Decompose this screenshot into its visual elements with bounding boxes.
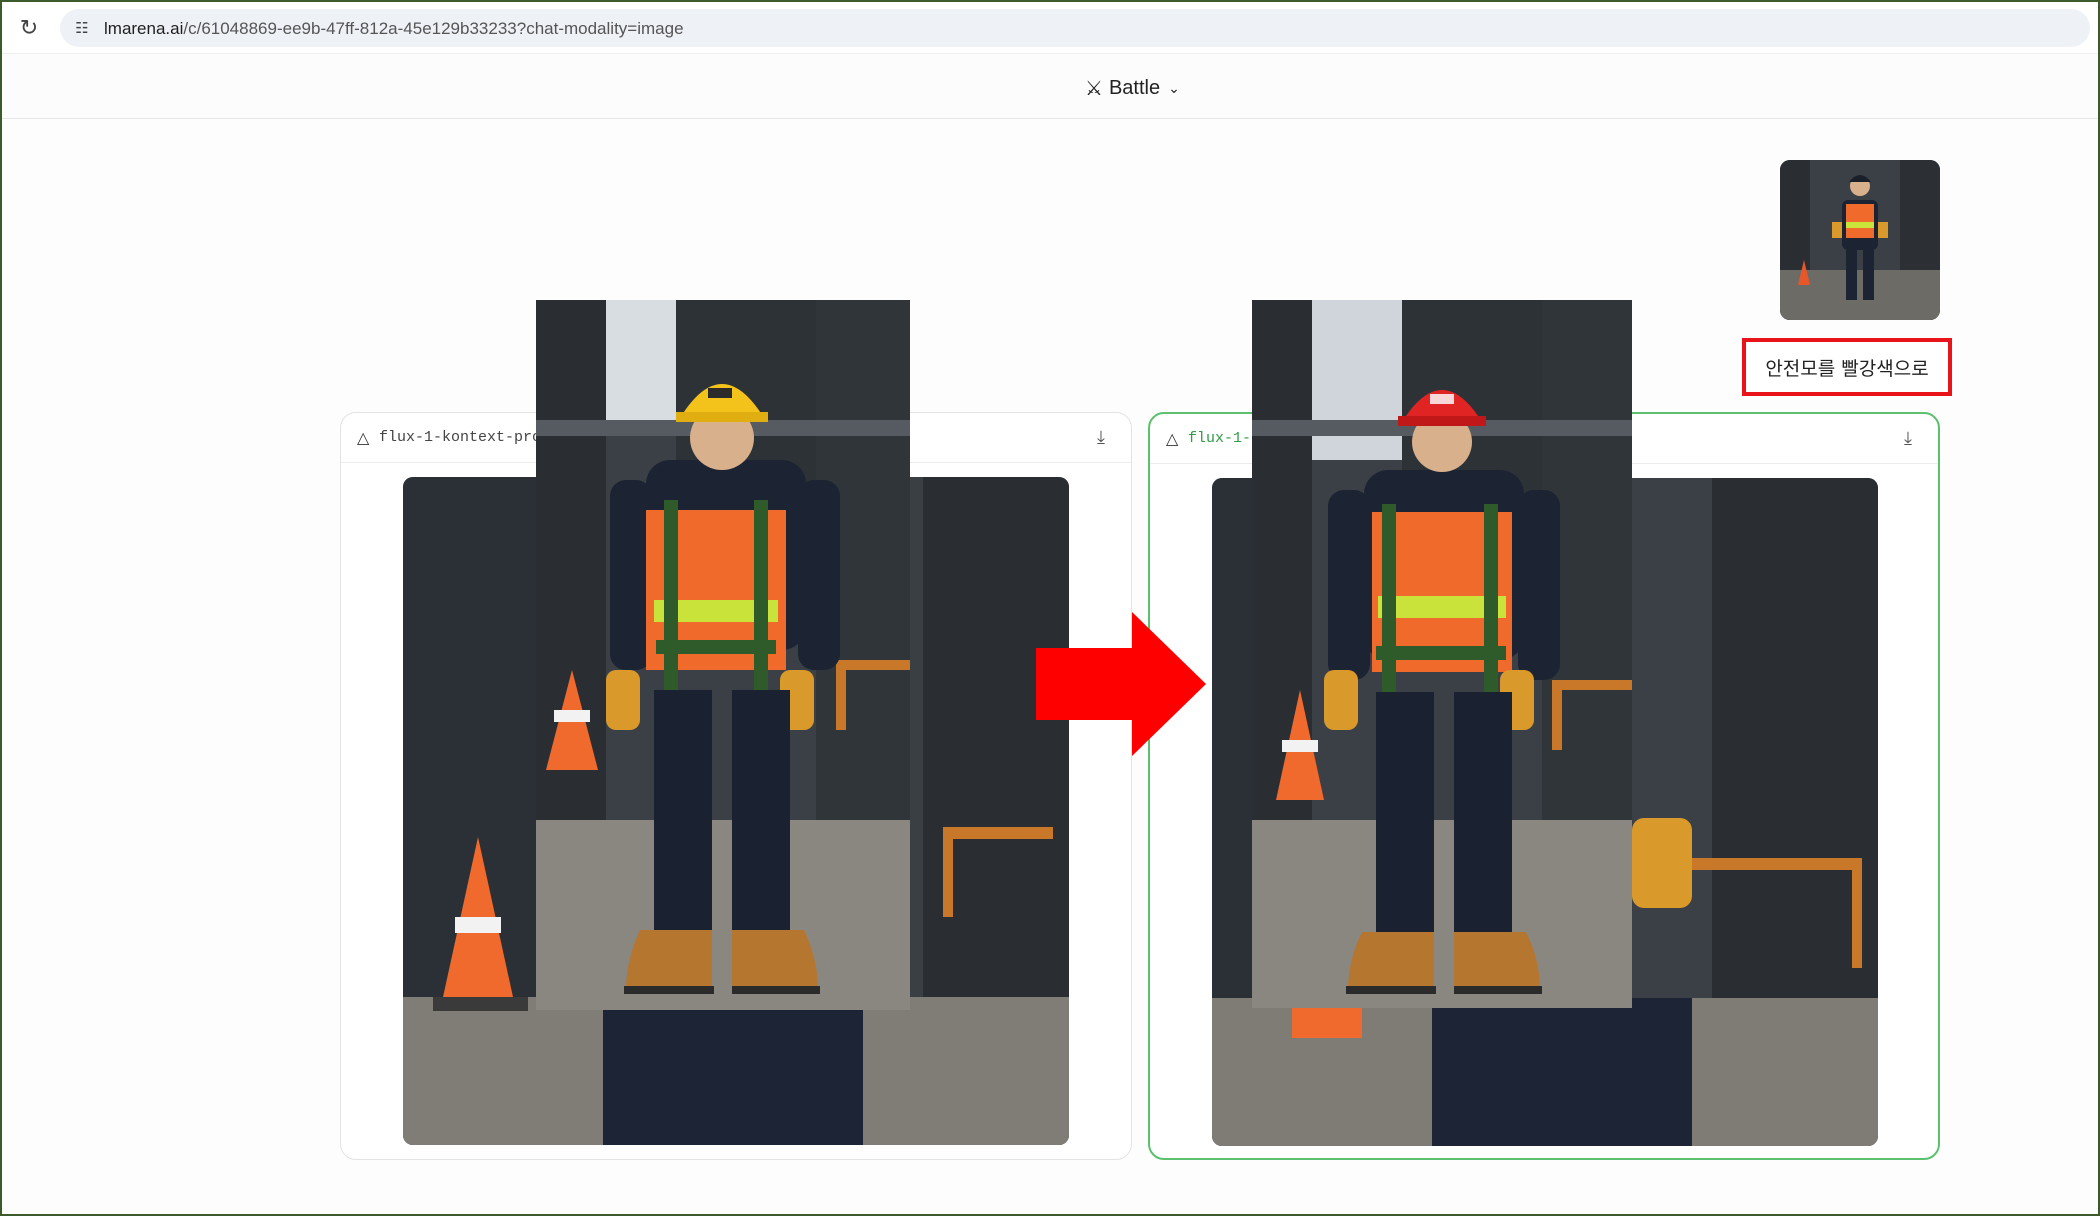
swords-icon: ⚔ [1085, 77, 1103, 100]
browser-frame: ↻ ☷ lmarena.ai/c/61048869-ee9b-47ff-812a… [0, 0, 2100, 1216]
address-bar[interactable]: ☷ lmarena.ai/c/61048869-ee9b-47ff-812a-4… [60, 9, 2090, 47]
model-logo-icon: △ [357, 430, 370, 447]
user-prompt-text: 안전모를 빨강색으로 [1765, 357, 1929, 380]
chevron-down-icon: ⌄ [1168, 79, 1180, 96]
url-host: lmarena.ai [104, 19, 184, 38]
battle-mode-dropdown[interactable]: ⚔ Battle ⌄ [1085, 73, 1180, 103]
model-logo-icon: △ [1166, 431, 1179, 448]
page-header: ⚔ Battle ⌄ [2, 55, 2098, 119]
user-prompt-bubble: 안전모를 빨강색으로 [1742, 338, 1952, 396]
red-arrow-icon [1036, 612, 1206, 756]
overlay-photo-edited [1252, 300, 1632, 1008]
download-icon[interactable]: ⤓ [1089, 425, 1113, 449]
overlay-photo-original [536, 300, 910, 1010]
model-name: flux-1-kontext-pro [379, 429, 542, 446]
mode-label: Battle [1108, 76, 1161, 99]
url-path: /c/61048869-ee9b-47ff-812a-45e129b33233?… [183, 19, 684, 38]
model-name: flux-1- [1188, 430, 1252, 447]
user-uploaded-image[interactable] [1780, 160, 1940, 320]
browser-toolbar: ↻ ☷ lmarena.ai/c/61048869-ee9b-47ff-812a… [2, 2, 2098, 54]
reload-icon[interactable]: ↻ [16, 15, 42, 41]
download-icon[interactable]: ⤓ [1896, 426, 1920, 450]
url-text[interactable]: lmarena.ai/c/61048869-ee9b-47ff-812a-45e… [104, 19, 684, 39]
site-settings-icon[interactable]: ☷ [72, 18, 92, 38]
